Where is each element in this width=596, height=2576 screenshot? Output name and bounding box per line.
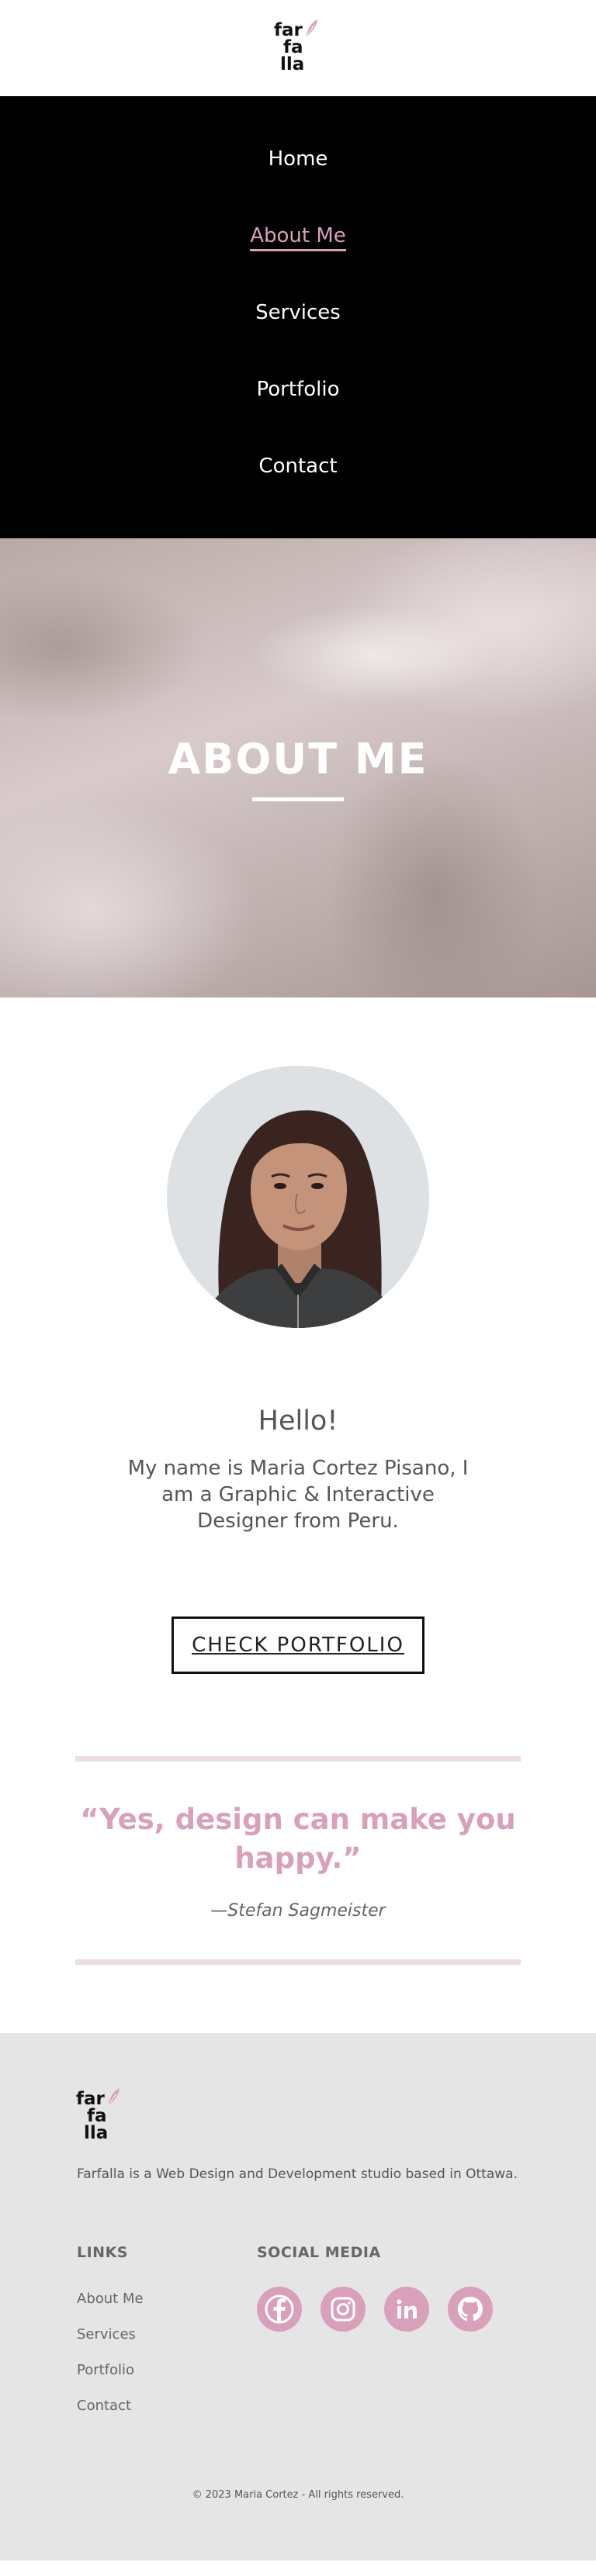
links-heading: LINKS: [77, 2244, 128, 2261]
quote-author: —Stefan Sagmeister: [210, 1901, 386, 1921]
footer-link-services[interactable]: Services: [77, 2326, 144, 2362]
github-icon[interactable]: [448, 2287, 493, 2332]
site-header: far fa lla: [0, 0, 596, 96]
footer-link-contact[interactable]: Contact: [77, 2398, 144, 2433]
facebook-icon[interactable]: [257, 2287, 302, 2332]
copyright-text: © 2023 Maria Cortez - All rights reserve…: [192, 2489, 404, 2501]
nav-item-services-label: Services: [255, 301, 341, 324]
intro-text: My name is Maria Cortez Pisano, I am a G…: [127, 1457, 469, 1533]
page-title: ABOUT ME: [168, 735, 428, 783]
footer-logo[interactable]: far fa lla: [76, 2086, 130, 2148]
logo-line-1: far: [274, 20, 303, 40]
greeting-heading: Hello!: [258, 1406, 338, 1437]
nav-item-home-label: Home: [268, 147, 328, 171]
check-portfolio-button[interactable]: CHECK PORTFOLIO: [172, 1616, 424, 1674]
quote-block: “Yes, design can make you happy.” —Stefa…: [75, 1756, 521, 1965]
logo-line-2: fa: [283, 37, 303, 57]
nav-item-portfolio[interactable]: Portfolio: [257, 378, 340, 455]
nav-item-contact-label: Contact: [258, 455, 338, 478]
footer-logo-line-2: fa: [87, 2106, 107, 2126]
main-nav: Home About Me Services Portfolio Contact: [0, 96, 596, 538]
footer-link-portfolio[interactable]: Portfolio: [77, 2362, 144, 2398]
title-underline: [252, 797, 344, 801]
footer-logo-line-3: lla: [84, 2123, 109, 2143]
nav-item-about-me[interactable]: About Me: [250, 224, 346, 301]
nav-item-services[interactable]: Services: [255, 301, 341, 378]
profile-photo-illustration: [167, 1066, 429, 1328]
nav-item-contact[interactable]: Contact: [258, 455, 337, 531]
footer-link-about-me[interactable]: About Me: [77, 2291, 144, 2326]
social-media-heading: SOCIAL MEDIA: [257, 2244, 381, 2261]
instagram-icon[interactable]: [321, 2287, 366, 2332]
footer-logo-line-1: far: [76, 2089, 105, 2109]
nav-item-about-me-label: About Me: [250, 224, 346, 251]
nav-item-home[interactable]: Home: [269, 147, 328, 224]
profile-photo: [167, 1066, 429, 1328]
feather-icon: [107, 2088, 120, 2107]
feather-icon: [305, 19, 317, 38]
site-logo[interactable]: far fa lla: [271, 17, 325, 79]
quote-text: “Yes, design can make you happy.”: [80, 1803, 516, 1875]
footer-description: Farfalla is a Web Design and Development…: [77, 2166, 518, 2182]
site-footer: far fa lla Farfalla is a Web Design and …: [0, 2033, 596, 2560]
social-links: [257, 2287, 493, 2332]
linkedin-icon[interactable]: [384, 2287, 429, 2332]
nav-item-portfolio-label: Portfolio: [256, 378, 340, 401]
footer-links: About Me Services Portfolio Contact: [77, 2291, 144, 2433]
about-section: Hello! My name is Maria Cortez Pisano, I…: [0, 998, 596, 1674]
logo-line-3: lla: [280, 54, 305, 74]
hero-banner: ABOUT ME: [0, 538, 596, 998]
